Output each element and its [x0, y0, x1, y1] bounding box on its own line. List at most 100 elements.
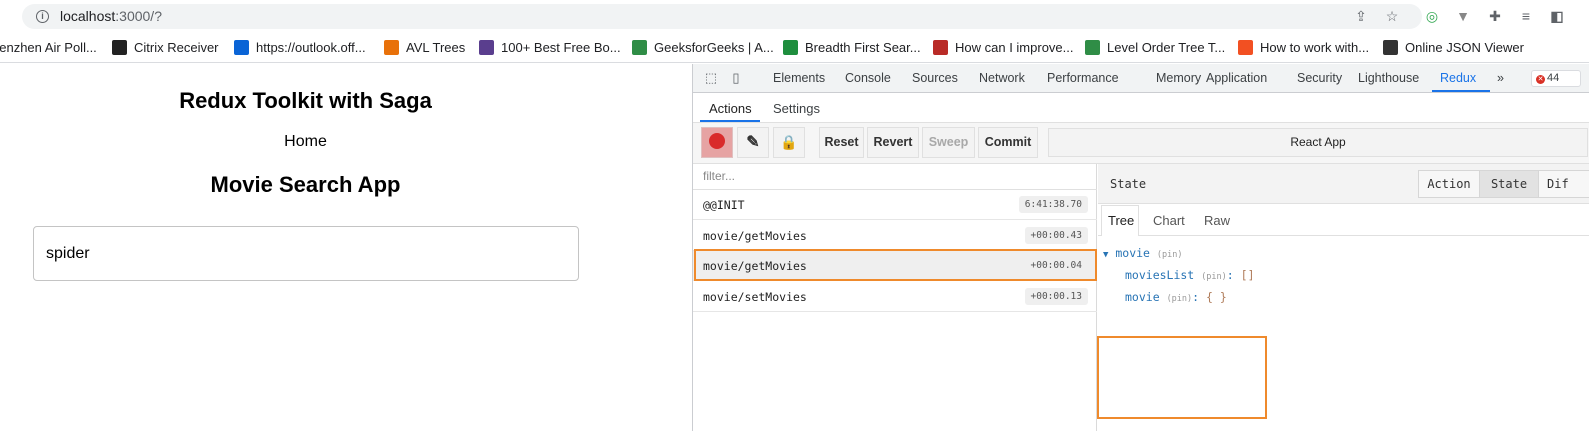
gfg-icon: [1085, 40, 1100, 55]
bookmark-star-icon[interactable]: ☆: [1384, 8, 1400, 24]
action-row[interactable]: movie/getMovies +00:00.43: [693, 221, 1097, 251]
gfg-icon: [632, 40, 647, 55]
share-icon[interactable]: ⇪: [1353, 8, 1369, 24]
redux-toolbar: ✎ 🔒 Reset Revert Sweep Commit React App: [693, 123, 1589, 164]
movie-search-input[interactable]: [33, 226, 579, 281]
bookmark-item[interactable]: How to work with...: [1238, 39, 1369, 57]
side-panel-icon[interactable]: ◧: [1549, 8, 1565, 24]
bookmark-label: 100+ Best Free Bo...: [501, 40, 621, 55]
media-queue-icon[interactable]: ≡: [1518, 8, 1534, 24]
devtools-tab-redux[interactable]: Redux: [1440, 71, 1476, 85]
pin-label[interactable]: (pin): [1167, 294, 1193, 304]
sweep-button[interactable]: Sweep: [922, 127, 975, 158]
info-icon[interactable]: i: [36, 10, 49, 23]
bookmark-label: nenzhen Air Poll...: [0, 40, 97, 55]
error-count-badge[interactable]: ✕ 44: [1531, 70, 1581, 87]
home-link[interactable]: Home: [0, 133, 611, 151]
pin-button[interactable]: ✎: [737, 127, 769, 158]
bookmark-item[interactable]: 100+ Best Free Bo...: [479, 39, 621, 57]
bookmark-item[interactable]: GeeksforGeeks | A...: [632, 39, 774, 57]
bookmark-label: How to work with...: [1260, 40, 1370, 55]
app-page: Redux Toolkit with Saga Home Movie Searc…: [0, 64, 692, 431]
outlook-icon: [234, 40, 249, 55]
url-text[interactable]: localhost:3000/?: [60, 8, 162, 24]
tab-tree[interactable]: Tree: [1108, 213, 1134, 228]
tree-icon: [384, 40, 399, 55]
more-tabs-icon[interactable]: »: [1497, 71, 1504, 85]
tree-root-node[interactable]: ▼ movie (pin): [1103, 246, 1183, 260]
tab-actions[interactable]: Actions: [709, 101, 752, 116]
segment-action[interactable]: Action: [1418, 170, 1480, 198]
bookmark-item[interactable]: Online JSON Viewer: [1383, 39, 1524, 57]
action-filter-input[interactable]: filter...: [693, 164, 1097, 190]
bookmark-item[interactable]: https://outlook.off...: [234, 39, 366, 57]
tab-settings[interactable]: Settings: [773, 101, 820, 116]
bookmark-label: GeeksforGeeks | A...: [654, 40, 774, 55]
bookmark-label: How can I improve...: [955, 40, 1074, 55]
bookmark-label: Online JSON Viewer: [1405, 40, 1524, 55]
devtools-tab-performance[interactable]: Performance: [1047, 71, 1119, 85]
devtools-tab-sources[interactable]: Sources: [912, 71, 958, 85]
segment-diff[interactable]: Dif: [1538, 170, 1589, 198]
bookmark-item[interactable]: AVL Trees: [384, 39, 465, 57]
devtools-tab-lighthouse[interactable]: Lighthouse: [1358, 71, 1419, 85]
action-row[interactable]: movie/getMovies +00:00.04: [693, 251, 1097, 281]
citrix-icon: [112, 40, 127, 55]
action-list-pane: filter... @@INIT 6:41:38.70 movie/getMovie…: [693, 164, 1097, 431]
devtools-tab-application[interactable]: Application: [1206, 71, 1267, 85]
bookmark-label: Breadth First Sear...: [805, 40, 921, 55]
error-icon: ✕: [1536, 75, 1545, 84]
url-host: localhost: [60, 8, 116, 24]
bookmark-item[interactable]: Level Order Tree T...: [1085, 39, 1225, 57]
pin-label[interactable]: (pin): [1201, 272, 1227, 282]
tree-value: { }: [1206, 290, 1227, 304]
pin-label[interactable]: (pin): [1157, 250, 1183, 260]
bookmark-item[interactable]: How can I improve...: [933, 39, 1074, 57]
page-title: Redux Toolkit with Saga: [179, 88, 432, 113]
devtools-tab-network[interactable]: Network: [979, 71, 1025, 85]
state-header: State Action State Dif: [1098, 164, 1589, 204]
book-icon: [479, 40, 494, 55]
address-bar[interactable]: [22, 4, 1422, 29]
device-toggle-icon[interactable]: ▯: [728, 70, 744, 86]
lock-button[interactable]: 🔒: [773, 127, 805, 158]
expand-arrow-icon[interactable]: ▼: [1103, 250, 1108, 260]
action-name: @@INIT: [703, 198, 745, 212]
tab-chart[interactable]: Chart: [1153, 213, 1185, 228]
extension-v-icon[interactable]: ▼: [1455, 8, 1471, 24]
revert-button[interactable]: Revert: [867, 127, 919, 158]
devtools-tab-console[interactable]: Console: [845, 71, 891, 85]
state-view-tabs: Tree Chart Raw: [1098, 204, 1589, 236]
extensions-puzzle-icon[interactable]: ✚: [1487, 8, 1503, 24]
tree-node[interactable]: movie (pin): { }: [1125, 290, 1227, 304]
record-button[interactable]: [701, 127, 733, 158]
commit-button[interactable]: Commit: [978, 127, 1038, 158]
bookmark-label: Level Order Tree T...: [1107, 40, 1226, 55]
action-row[interactable]: movie/setMovies +00:00.13: [693, 282, 1097, 312]
instance-selector[interactable]: React App: [1048, 128, 1588, 157]
devtools-tab-memory[interactable]: Memory: [1156, 71, 1201, 85]
record-icon: [709, 133, 725, 149]
reset-button[interactable]: Reset: [819, 127, 864, 158]
tree-value: []: [1240, 268, 1255, 282]
bookmark-label: https://outlook.off...: [256, 40, 366, 55]
tree-node[interactable]: moviesList (pin): []: [1125, 268, 1255, 282]
action-name: movie/getMovies: [703, 228, 807, 243]
redux-sub-tabs: Actions Settings: [693, 93, 1589, 123]
extension-circle-icon[interactable]: ◎: [1424, 8, 1440, 24]
tab-raw[interactable]: Raw: [1204, 213, 1230, 228]
bookmark-item[interactable]: Breadth First Sear...: [783, 39, 921, 57]
active-subtab-indicator: [700, 120, 760, 122]
inspect-element-icon[interactable]: ⬚: [703, 70, 719, 86]
page-subtitle: Movie Search App: [210, 172, 401, 197]
bookmark-label: Citrix Receiver: [134, 40, 219, 55]
devtools-tab-security[interactable]: Security: [1297, 71, 1342, 85]
tree-colon: :: [1192, 290, 1200, 304]
bookmark-item[interactable]: Citrix Receiver: [112, 39, 219, 57]
segment-state[interactable]: State: [1479, 170, 1539, 198]
action-time: +00:00.43: [1024, 226, 1088, 244]
bookmark-item[interactable]: nenzhen Air Poll...: [0, 39, 97, 57]
bookmark-label: AVL Trees: [406, 40, 466, 55]
devtools-tab-elements[interactable]: Elements: [773, 71, 825, 85]
action-row[interactable]: @@INIT 6:41:38.70: [693, 190, 1097, 220]
